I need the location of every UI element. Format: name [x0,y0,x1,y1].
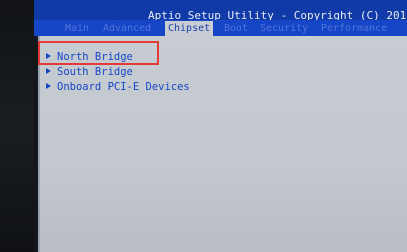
menu-item-north-bridge[interactable]: North Bridge [46,50,133,64]
chipset-panel: North Bridge South Bridge Onboard PCI-E … [38,36,407,252]
menu-bar: Main Advanced Chipset Boot Security Perf… [34,20,407,36]
tab-security[interactable]: Security [260,22,308,35]
submenu-arrow-icon [46,83,51,89]
menu-item-south-bridge[interactable]: South Bridge [46,65,133,79]
submenu-arrow-icon [46,68,51,74]
title-bar: Aptio Setup Utility - Copyright (C) 2010… [34,0,407,20]
monitor-bezel [0,0,34,252]
bios-screen: Aptio Setup Utility - Copyright (C) 2010… [0,0,407,252]
submenu-arrow-icon [46,53,51,59]
tab-advanced[interactable]: Advanced [103,22,151,35]
tab-main[interactable]: Main [65,22,89,35]
tab-chipset[interactable]: Chipset [165,21,214,36]
tab-boot[interactable]: Boot [224,22,248,35]
menu-item-onboard-pcie-devices[interactable]: Onboard PCI-E Devices [46,80,190,94]
menu-item-label: North Bridge [57,51,133,63]
menu-item-label: South Bridge [57,66,133,78]
window-title: Aptio Setup Utility - Copyright (C) 2010… [148,9,407,20]
menu-item-label: Onboard PCI-E Devices [57,81,190,93]
tab-performance[interactable]: Performance [321,22,387,35]
